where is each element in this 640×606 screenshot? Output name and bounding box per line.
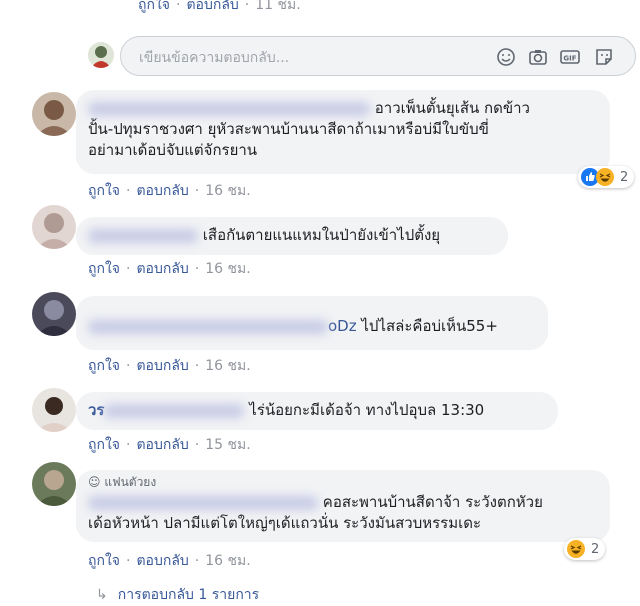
timestamp[interactable]: 15 ชม. [205, 437, 250, 453]
commenter-name-redacted[interactable] [104, 403, 245, 418]
separator: · [194, 553, 200, 569]
comment-text: อย่ามาเด้อบ่จับแต่จักรยาน [88, 141, 258, 159]
commenter-name-prefix[interactable]: วร [88, 401, 104, 419]
comment-text: ไปไสล่ะคือบ่เห็น55+ [361, 317, 498, 335]
comment-actions: ถูกใจ · ตอบกลับ · 15 ชม. [88, 434, 251, 456]
separator: · [126, 553, 131, 569]
comment-bubble: oDz ไปไสล่ะคือบ่เห็น55+ [76, 296, 548, 350]
comment-text: อาวเพ็นตั้นยุเส้น กดข้าว [374, 99, 530, 117]
svg-text:GIF: GIF [563, 55, 576, 63]
avatar[interactable] [32, 92, 76, 136]
camera-icon[interactable] [527, 46, 549, 68]
replies-label[interactable]: การตอบกลับ 1 รายการ [118, 587, 259, 603]
gif-icon[interactable]: GIF [559, 46, 581, 68]
commenter-name-redacted[interactable] [88, 495, 318, 510]
timestamp[interactable]: 16 ชม. [205, 183, 250, 199]
reply-link[interactable]: ตอบกลับ [186, 0, 238, 13]
comment-actions: ถูกใจ · ตอบกลับ · 16 ชม. [88, 550, 251, 572]
reaction-summary[interactable]: 2 [564, 538, 606, 560]
avatar[interactable] [32, 388, 76, 432]
separator: · [244, 0, 250, 13]
comment-actions-top: ถูกใจ · ตอบกลับ · 11 ชม. [138, 0, 301, 16]
separator: · [194, 183, 200, 199]
reply-input[interactable] [137, 46, 471, 70]
reply-link[interactable]: ตอบกลับ [136, 437, 188, 453]
comment-text: เด้อหัวหน้า ปลามีแต่โตใหญ่ๆเด้แถวนั่น ระ… [88, 514, 482, 532]
separator: · [194, 437, 200, 453]
separator: · [126, 261, 131, 277]
reply-composer: GIF [120, 36, 636, 76]
commenter-name-redacted[interactable] [88, 101, 370, 116]
separator: · [176, 0, 181, 13]
haha-reaction-icon [567, 540, 585, 558]
badge-icon: ☺ [88, 475, 101, 489]
comment-bubble: อาวเพ็นตั้นยุเส้น กดข้าว ปั้น-ปทุมราชวงศ… [76, 90, 610, 174]
timestamp[interactable]: 16 ชม. [205, 553, 250, 569]
emoji-icon[interactable] [495, 46, 517, 68]
haha-reaction-icon [596, 168, 614, 186]
timestamp[interactable]: 11 ชม. [255, 0, 300, 13]
reaction-count: 2 [591, 541, 600, 557]
comment-text: ไร่น้อยกะมีเด้อจ้า ทางไปอุบล 13:30 [249, 401, 485, 419]
like-link[interactable]: ถูกใจ [88, 261, 120, 277]
reply-link[interactable]: ตอบกลับ [136, 261, 188, 277]
view-replies-link[interactable]: ↳ การตอบกลับ 1 รายการ [96, 584, 259, 606]
like-link[interactable]: ถูกใจ [138, 0, 170, 13]
reply-arrow-icon: ↳ [96, 587, 108, 603]
commenter-name-redacted[interactable] [88, 228, 198, 243]
avatar[interactable] [32, 462, 76, 506]
avatar[interactable] [32, 292, 76, 336]
comment-bubble: วร ไร่น้อยกะมีเด้อจ้า ทางไปอุบล 13:30 [76, 392, 558, 430]
separator: · [126, 437, 131, 453]
comment-bubble: เสือกันตายแนแหมในป่ายังเข้าไปตั้งยุ [76, 217, 508, 255]
comment-actions: ถูกใจ · ตอบกลับ · 16 ชม. [88, 258, 251, 280]
comment-text: เสือกันตายแนแหมในป่ายังเข้าไปตั้งยุ [202, 226, 441, 244]
commenter-name-suffix[interactable]: oDz [328, 317, 357, 335]
like-link[interactable]: ถูกใจ [88, 437, 120, 453]
like-link[interactable]: ถูกใจ [88, 183, 120, 199]
separator: · [126, 183, 131, 199]
timestamp[interactable]: 16 ชม. [205, 358, 250, 374]
timestamp[interactable]: 16 ชม. [205, 261, 250, 277]
comment-text: คอสะพานบ้านสีดาจ้า ระวังตกหัวย [322, 493, 543, 511]
reply-link[interactable]: ตอบกลับ [136, 553, 188, 569]
reaction-count: 2 [620, 169, 629, 185]
avatar[interactable] [88, 42, 114, 68]
sticker-icon[interactable] [593, 46, 615, 68]
separator: · [194, 358, 200, 374]
comment-actions: ถูกใจ · ตอบกลับ · 16 ชม. [88, 355, 251, 377]
separator: · [194, 261, 200, 277]
comment-text: ปั้น-ปทุมราชวงศา ยุหัวสะพานบ้านนาสีดาถ้า… [88, 120, 489, 138]
reply-link[interactable]: ตอบกลับ [136, 358, 188, 374]
avatar[interactable] [32, 205, 76, 249]
top-fan-badge: ☺ แฟนตัวยง [88, 472, 156, 493]
comment-bubble: ☺ แฟนตัวยง คอสะพานบ้านสีดาจ้า ระวังตกหัว… [76, 470, 610, 542]
comment-actions: ถูกใจ · ตอบกลับ · 16 ชม. [88, 180, 251, 202]
like-link[interactable]: ถูกใจ [88, 553, 120, 569]
like-link[interactable]: ถูกใจ [88, 358, 120, 374]
commenter-name-redacted[interactable] [88, 319, 328, 334]
reply-link[interactable]: ตอบกลับ [136, 183, 188, 199]
badge-label: แฟนตัวยง [104, 475, 157, 489]
reaction-summary[interactable]: 2 [578, 166, 635, 188]
separator: · [126, 358, 131, 374]
